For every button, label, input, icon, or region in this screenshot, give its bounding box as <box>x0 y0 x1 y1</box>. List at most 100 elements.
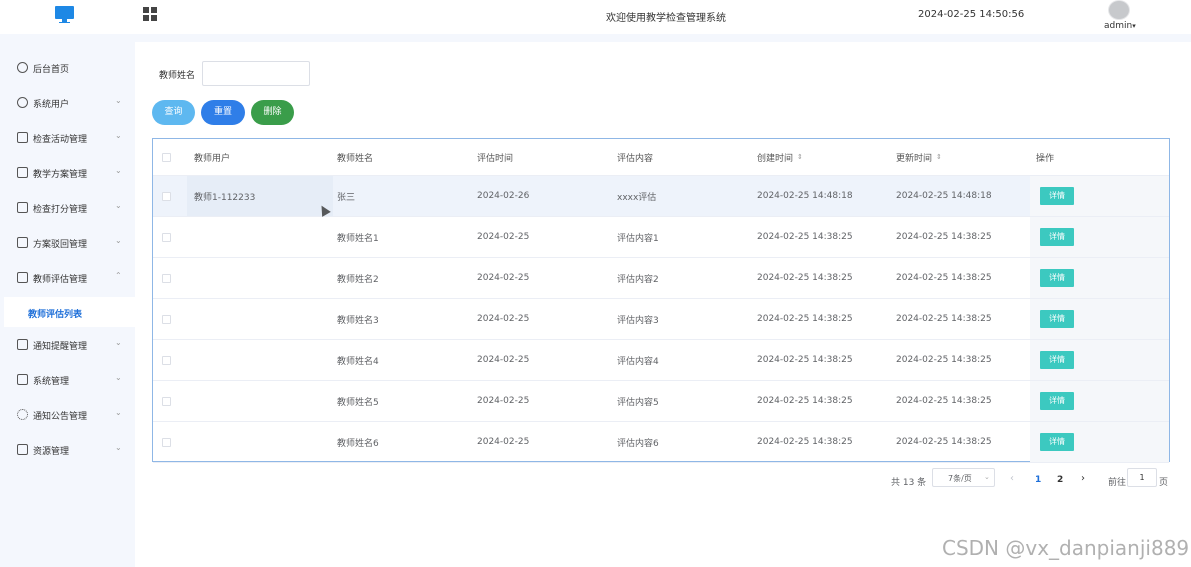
table-row[interactable]: 教师姓名3 2024-02-25 评估内容3 2024-02-25 14:38:25 2… <box>153 299 1169 340</box>
header-teacher-user: 教师用户 <box>194 153 231 164</box>
cell-eval-content: 评估内容6 <box>617 438 659 449</box>
sidebar-item-inspection-scoring[interactable]: 检查打分管理 ⌄ <box>0 191 135 225</box>
header-created-time-label: 创建时间 <box>757 153 794 164</box>
sidebar-item-notification-reminder[interactable]: 通知提醒管理 ⌄ <box>0 328 135 362</box>
row-checkbox[interactable] <box>162 233 171 242</box>
table-row[interactable]: 教师姓名2 2024-02-25 评估内容2 2024-02-25 14:38:25 2… <box>153 258 1169 299</box>
cell-updated-time: 2024-02-25 14:38:25 <box>896 314 992 324</box>
row-checkbox[interactable] <box>162 356 171 365</box>
cell-teacher-name: 教师姓名5 <box>337 397 379 408</box>
user-menu[interactable]: admin▾ <box>1104 21 1136 31</box>
delete-button[interactable]: 删除 <box>251 100 294 125</box>
clock-icon <box>17 62 28 73</box>
sidebar-item-inspection-activity[interactable]: 检查活动管理 ⌄ <box>0 121 135 155</box>
cell-created-time: 2024-02-25 14:38:25 <box>757 273 853 283</box>
row-checkbox[interactable] <box>162 397 171 406</box>
page-size-select[interactable]: 7条/页 ⌄ <box>932 468 995 487</box>
sidebar: 后台首页 系统用户 ⌄ 检查活动管理 ⌄ 教学方案管理 ⌄ 检查打分管理 ⌄ 方… <box>0 34 135 567</box>
avatar[interactable] <box>1108 0 1130 20</box>
sort-icon[interactable]: ⇕ <box>797 153 803 161</box>
sidebar-subitem-teacher-evaluation-list[interactable]: 教师评估列表 <box>4 297 135 327</box>
header-created-time[interactable]: 创建时间 ⇕ <box>757 139 803 175</box>
sidebar-item-label: 检查打分管理 <box>33 205 88 215</box>
table-row[interactable]: 教师姓名5 2024-02-25 评估内容5 2024-02-25 14:38:25 2… <box>153 381 1169 422</box>
row-checkbox[interactable] <box>162 438 171 447</box>
row-checkbox[interactable] <box>162 315 171 324</box>
page-1-button[interactable]: 1 <box>1035 475 1041 485</box>
detail-button[interactable]: 详情 <box>1040 187 1074 205</box>
cell-updated-time: 2024-02-25 14:38:25 <box>896 355 992 365</box>
header-teacher-name: 教师姓名 <box>337 153 374 164</box>
next-page-button[interactable]: › <box>1081 473 1085 484</box>
card-icon <box>17 202 28 213</box>
cell-eval-time: 2024-02-25 <box>477 273 530 283</box>
chevron-down-icon: ⌄ <box>115 201 122 210</box>
chevron-down-icon: ⌄ <box>984 473 990 481</box>
row-checkbox[interactable] <box>162 274 171 283</box>
cell-teacher-name: 张三 <box>337 192 356 203</box>
chevron-down-icon: ⌄ <box>115 408 122 417</box>
cell-teacher-name: 教师姓名2 <box>337 274 379 285</box>
card-icon <box>17 272 28 283</box>
cell-eval-content: 评估内容3 <box>617 315 659 326</box>
cell-eval-time: 2024-02-26 <box>477 191 530 201</box>
sidebar-item-plan-rejection[interactable]: 方案驳回管理 ⌄ <box>0 226 135 260</box>
select-all-checkbox[interactable] <box>162 153 171 162</box>
sidebar-item-system-management[interactable]: 系统管理 ⌄ <box>0 363 135 397</box>
reset-button[interactable]: 重置 <box>201 100 245 125</box>
evaluation-table: 教师用户 教师姓名 评估时间 评估内容 创建时间 ⇕ 更新时间 ⇕ 操作 教师1-1… <box>152 138 1170 463</box>
teacher-name-label: 教师姓名 <box>159 71 196 81</box>
detail-button[interactable]: 详情 <box>1040 392 1074 410</box>
goto-page-input[interactable]: 1 <box>1127 468 1157 487</box>
table-row[interactable]: 教师1-112233 张三 2024-02-26 xxxx评估 2024-02-25 1… <box>153 176 1169 217</box>
cell-eval-content: 评估内容4 <box>617 356 659 367</box>
sidebar-item-teacher-evaluation[interactable]: 教师评估管理 ⌃ <box>0 261 135 295</box>
cell-teacher-name: 教师姓名1 <box>337 233 379 244</box>
cell-created-time: 2024-02-25 14:38:25 <box>757 396 853 406</box>
cell-teacher-name: 教师姓名3 <box>337 315 379 326</box>
header-updated-time[interactable]: 更新时间 ⇕ <box>896 139 942 175</box>
card-icon <box>17 132 28 143</box>
detail-button[interactable]: 详情 <box>1040 228 1074 246</box>
sidebar-item-teaching-plan[interactable]: 教学方案管理 ⌄ <box>0 156 135 190</box>
table-row[interactable]: 教师姓名1 2024-02-25 评估内容1 2024-02-25 14:38:25 2… <box>153 217 1169 258</box>
sort-icon[interactable]: ⇕ <box>936 153 942 161</box>
sidebar-item-announcement[interactable]: 通知公告管理 ⌄ <box>0 398 135 432</box>
table-row[interactable]: 教师姓名4 2024-02-25 评估内容4 2024-02-25 14:38:25 2… <box>153 340 1169 381</box>
teacher-name-input[interactable] <box>202 61 310 86</box>
cell-created-time: 2024-02-25 14:38:25 <box>757 232 853 242</box>
chevron-down-icon: ⌄ <box>115 166 122 175</box>
search-button[interactable]: 查询 <box>152 100 195 125</box>
card-icon <box>17 237 28 248</box>
cell-created-time: 2024-02-25 14:38:25 <box>757 437 853 447</box>
spinner-icon <box>17 409 28 420</box>
sidebar-item-label: 通知公告管理 <box>33 412 88 422</box>
row-checkbox[interactable] <box>162 192 171 201</box>
table-row[interactable]: 教师姓名6 2024-02-25 评估内容6 2024-02-25 14:38:25 2… <box>153 422 1169 463</box>
grid-icon[interactable] <box>143 7 157 21</box>
monitor-icon[interactable] <box>55 6 74 23</box>
sidebar-item-label: 系统用户 <box>33 100 70 110</box>
sidebar-item-label: 通知提醒管理 <box>33 342 88 352</box>
detail-button[interactable]: 详情 <box>1040 433 1074 451</box>
detail-button[interactable]: 详情 <box>1040 351 1074 369</box>
detail-button[interactable]: 详情 <box>1040 269 1074 287</box>
header-eval-content: 评估内容 <box>617 153 654 164</box>
detail-button[interactable]: 详情 <box>1040 310 1074 328</box>
sidebar-item-label: 系统管理 <box>33 377 70 387</box>
card-icon <box>17 167 28 178</box>
sidebar-item-resource[interactable]: 资源管理 ⌄ <box>0 433 135 467</box>
header-updated-time-label: 更新时间 <box>896 153 933 164</box>
sidebar-item-system-users[interactable]: 系统用户 ⌄ <box>0 86 135 120</box>
chevron-down-icon: ⌄ <box>115 338 122 347</box>
sidebar-item-home[interactable]: 后台首页 <box>0 51 135 85</box>
card-icon <box>17 339 28 350</box>
page-2-button[interactable]: 2 <box>1057 475 1063 485</box>
total-count: 共 13 条 <box>891 478 927 488</box>
chevron-down-icon: ⌄ <box>115 443 122 452</box>
header-operations: 操作 <box>1036 153 1055 164</box>
cell-teacher-name: 教师姓名4 <box>337 356 379 367</box>
prev-page-button[interactable]: ‹ <box>1010 473 1014 484</box>
cell-eval-content: xxxx评估 <box>617 192 657 203</box>
chevron-down-icon: ⌄ <box>115 96 122 105</box>
